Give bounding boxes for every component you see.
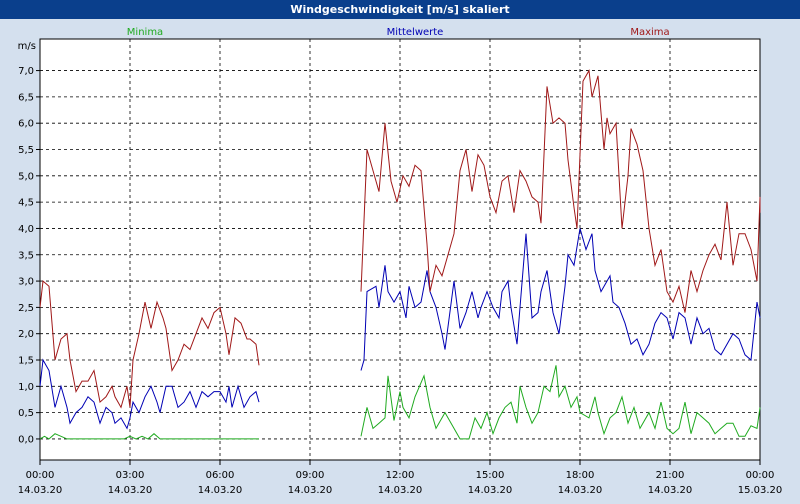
x-tick-date: 14.03.20 [288, 485, 333, 496]
x-tick-time: 21:00 [656, 470, 685, 481]
x-tick-date: 15.03.20 [738, 485, 783, 496]
x-tick-date: 14.03.20 [108, 485, 153, 496]
y-tick-label: 4,0 [18, 224, 34, 235]
x-tick-date: 14.03.20 [558, 485, 603, 496]
y-tick-label: 3,5 [18, 250, 34, 261]
y-tick-label: 1,0 [18, 382, 34, 393]
y-tick-label: 7,0 [18, 66, 34, 77]
x-tick-time: 00:00 [26, 470, 55, 481]
y-tick-label: 2,5 [18, 303, 34, 314]
y-tick-label: 3,0 [18, 277, 34, 288]
chart-title: Windgeschwindigkeit [m/s] skaliert [290, 3, 510, 16]
y-tick-label: 1,5 [18, 356, 34, 367]
x-tick-time: 06:00 [206, 470, 235, 481]
y-tick-label: 5,5 [18, 145, 34, 156]
legend-minima: Minima [127, 27, 163, 38]
y-tick-label: 6,5 [18, 92, 34, 103]
chart-panel: 0,0 0,5 1,0 1,5 2,0 2,5 3,0 3,5 4,0 4,5 5,0 5,5 6,0 6… [0, 19, 800, 500]
x-tick-time: 03:00 [116, 470, 145, 481]
x-tick-time: 18:00 [566, 470, 595, 481]
x-tick-time: 09:00 [296, 470, 325, 481]
x-tick-date: 14.03.20 [468, 485, 513, 496]
chart-title-bar: Windgeschwindigkeit [m/s] skaliert [0, 0, 800, 19]
x-tick-time: 00:00 [746, 470, 775, 481]
legend-maxima: Maxima [630, 27, 669, 38]
y-tick-label: 0,5 [18, 408, 34, 419]
x-tick-date: 14.03.20 [378, 485, 423, 496]
y-axis-label: m/s [18, 41, 36, 52]
y-tick-label: 6,0 [18, 119, 34, 130]
x-tick-date: 14.03.20 [198, 485, 243, 496]
legend-mittelwerte: Mittelwerte [387, 27, 444, 38]
x-tick-time: 12:00 [386, 470, 415, 481]
x-tick-date: 14.03.20 [18, 485, 63, 496]
x-tick-date: 14.03.20 [648, 485, 693, 496]
y-tick-label: 2,0 [18, 329, 34, 340]
y-tick-label: 5,0 [18, 171, 34, 182]
chart: 0,0 0,5 1,0 1,5 2,0 2,5 3,0 3,5 4,0 4,5 5,0 5,5 6,0 6… [18, 27, 783, 496]
y-tick-label: 4,5 [18, 198, 34, 209]
y-tick-label: 0,0 [18, 434, 34, 445]
x-tick-time: 15:00 [476, 470, 505, 481]
